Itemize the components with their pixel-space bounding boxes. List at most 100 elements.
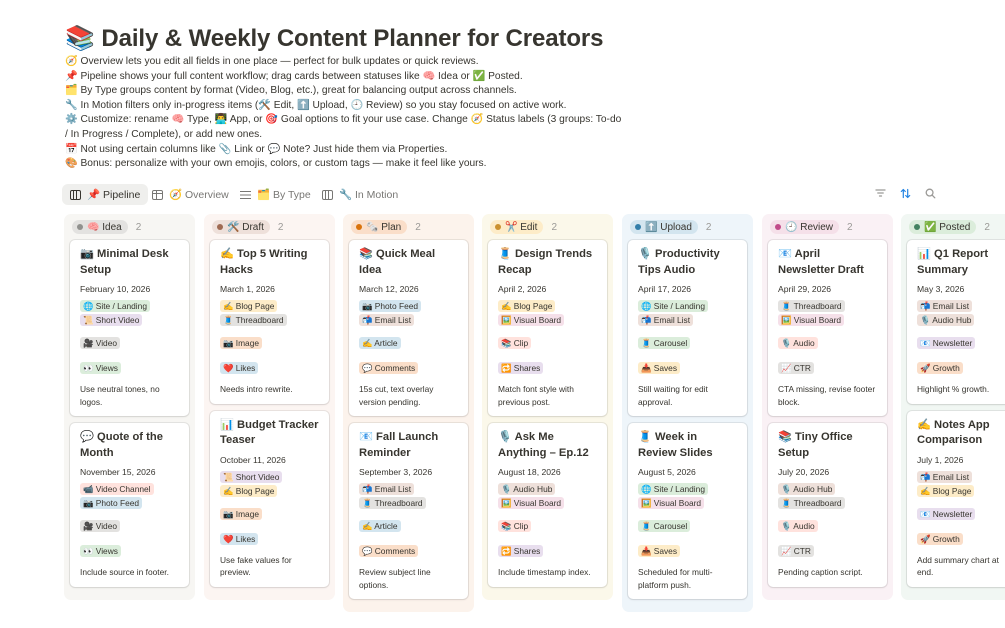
view-tabs: 📌 Pipeline 🧭 Overview 🗂️ By Type 🔧 In Mo… xyxy=(62,184,1005,206)
status-dot-icon xyxy=(914,224,920,230)
table-icon xyxy=(152,189,163,200)
board-card[interactable]: 🎙️ Productivity Tips Audio April 17, 2026… xyxy=(628,240,747,416)
description-line: 📌 Pipeline shows your full content workf… xyxy=(65,70,523,82)
card-date: October 11, 2026 xyxy=(220,454,286,465)
format-property: 🎥 Video xyxy=(80,333,180,351)
channel-tags: ✍️ Blog Page 🖼️ Visual Board xyxy=(498,300,598,326)
board-column: ⬆️ Upload 2 🎙️ Productivity Tips Audio Apri… xyxy=(622,214,753,612)
channel-tag: 🧵 Threadboard xyxy=(359,497,426,509)
card-date: September 3, 2026 xyxy=(359,467,433,477)
channel-tag: 📬 Email List xyxy=(638,314,694,326)
board-card[interactable]: ✍️ Top 5 Writing Hacks March 1, 2026 ✍️ Bl… xyxy=(210,240,329,404)
card-date: March 12, 2026 xyxy=(359,284,419,294)
format-property: ✍️ Article xyxy=(359,516,459,534)
channel-tag: 📜 Short Video xyxy=(220,470,283,483)
card-date: May 3, 2026 xyxy=(917,284,965,294)
goal-property: ❤️ Likes xyxy=(220,529,320,547)
format-tag: 📚 Clip xyxy=(498,337,532,349)
card-title: 📧 Fall Launch Reminder xyxy=(359,431,439,459)
channel-tag: 📹 Video Channel xyxy=(80,483,154,495)
filter-icon[interactable] xyxy=(874,188,887,202)
status-badge[interactable]: ✂️ Edit xyxy=(490,220,544,234)
channel-tag: 🧵 Threadboard xyxy=(220,314,287,326)
board-card[interactable]: 🎙️ Ask Me Anything – Ep.12 August 18, 202… xyxy=(488,423,607,587)
search-icon[interactable] xyxy=(924,188,937,202)
status-dot-icon xyxy=(217,224,223,230)
board-card[interactable]: 📊 Budget Tracker Teaser October 11, 2026 📜… xyxy=(210,410,329,587)
status-label: 🗞️ Plan xyxy=(366,221,402,233)
card-note: Highlight % growth. xyxy=(917,384,990,394)
card-note: Still waiting for edit approval. xyxy=(638,384,708,407)
status-badge[interactable]: ⬆️ Upload xyxy=(630,220,698,234)
card-date: July 20, 2026 xyxy=(778,467,830,477)
channel-tags: 📬 Email List 🎙️ Audio Hub xyxy=(917,300,1005,326)
goal-property: 🔁 Shares xyxy=(498,358,598,376)
tab-label: 📌 Pipeline xyxy=(87,189,141,201)
channel-tag: 🧵 Threadboard xyxy=(778,497,845,509)
card-date: April 2, 2026 xyxy=(498,284,547,294)
card-note: Review subject line options. xyxy=(359,567,431,590)
sort-icon[interactable] xyxy=(899,188,912,202)
board-column: ✅ Posted 2 📊 Q1 Report Summary May 3, 2026 📬… xyxy=(901,214,1005,600)
goal-tag: 📈 CTR xyxy=(778,545,814,557)
board-card[interactable]: ✍️ Notes App Comparison July 1, 2026 📬 Ema… xyxy=(907,410,1005,587)
column-count: 2 xyxy=(847,221,853,233)
goal-property: 📥 Saves xyxy=(638,358,738,376)
card-title: 💬 Quote of the Month xyxy=(80,431,163,459)
tab-in-motion[interactable]: 🔧 In Motion xyxy=(314,184,406,205)
status-label: ✅ Posted xyxy=(924,221,971,233)
page-description: 🧭 Overview lets you edit all fields in o… xyxy=(65,55,625,172)
channel-tag: 🎙️ Audio Hub xyxy=(498,483,556,495)
description-line: 🧭 Overview lets you edit all fields in o… xyxy=(65,56,479,67)
tab-pipeline[interactable]: 📌 Pipeline xyxy=(62,184,149,205)
goal-tag: 👀 Views xyxy=(80,362,121,374)
board-card[interactable]: 📷 Minimal Desk Setup February 10, 2026 🌐 S… xyxy=(70,240,189,416)
channel-tag: 📬 Email List xyxy=(359,314,415,326)
channel-tag: 🌐 Site / Landing xyxy=(638,300,708,312)
card-title: 🎙️ Productivity Tips Audio xyxy=(638,248,720,276)
card-title: 🎙️ Ask Me Anything – Ep.12 xyxy=(498,431,589,459)
status-badge[interactable]: 🛠️ Draft xyxy=(212,220,270,234)
board-card[interactable]: 📧 April Newsletter Draft April 29, 2026 🧵 … xyxy=(768,240,887,416)
card-date: August 18, 2026 xyxy=(498,467,561,477)
board-card[interactable]: 📚 Quick Meal Idea March 12, 2026 📷 Photo F… xyxy=(349,240,468,416)
goal-property: 💬 Comments xyxy=(359,541,459,559)
board-card[interactable]: 💬 Quote of the Month November 15, 2026 📹 V… xyxy=(70,423,189,587)
card-title: 📧 April Newsletter Draft xyxy=(778,248,864,276)
board-card[interactable]: 📊 Q1 Report Summary May 3, 2026 📬 Email Li… xyxy=(907,240,1005,404)
channel-tag: 🌐 Site / Landing xyxy=(638,483,708,495)
format-tag: 🎥 Video xyxy=(80,337,121,349)
channel-tag: ✍️ Blog Page xyxy=(498,300,556,312)
board-card[interactable]: 🧵 Design Trends Recap April 2, 2026 ✍️ Blo… xyxy=(488,240,607,416)
status-dot-icon xyxy=(356,224,362,230)
status-badge[interactable]: 🗞️ Plan xyxy=(351,220,408,234)
format-property: 🧵 Carousel xyxy=(638,516,738,534)
card-title: 📊 Budget Tracker Teaser xyxy=(220,418,319,447)
format-property: 📷 Image xyxy=(220,333,320,351)
card-note: Pending caption script. xyxy=(778,567,863,577)
channel-tag: 🎙️ Audio Hub xyxy=(917,314,975,326)
board-card[interactable]: 📧 Fall Launch Reminder September 3, 2026 📬… xyxy=(349,423,468,599)
status-badge[interactable]: 🕘 Review xyxy=(770,220,840,234)
card-date: April 29, 2026 xyxy=(778,284,832,294)
channel-tags: 🌐 Site / Landing 📬 Email List xyxy=(638,300,738,326)
channel-tag: ✍️ Blog Page xyxy=(220,484,278,497)
goal-property: 👀 Views xyxy=(80,541,180,559)
description-line: 🎨 Bonus: personalize with your own emoji… xyxy=(65,158,487,170)
status-badge[interactable]: 🧠 Idea xyxy=(72,220,128,234)
board-card[interactable]: 📚 Tiny Office Setup July 20, 2026 🎙️ Audio… xyxy=(768,423,887,587)
tab-overview[interactable]: 🧭 Overview xyxy=(144,184,237,205)
goal-property: 📥 Saves xyxy=(638,541,738,559)
card-note: Match font style with previous post. xyxy=(498,384,574,407)
board-card[interactable]: 🧵 Week in Review Slides August 5, 2026 🌐 S… xyxy=(628,423,747,599)
format-property: 🧵 Carousel xyxy=(638,333,738,351)
card-note: Scheduled for multi-platform push. xyxy=(638,567,713,590)
board-column: 🗞️ Plan 2 📚 Quick Meal Idea March 12, 2026 📷… xyxy=(343,214,474,612)
board-column: 🧠 Idea 2 📷 Minimal Desk Setup February 10, … xyxy=(64,214,195,600)
format-tag: 🧵 Carousel xyxy=(638,337,691,349)
tab-label: 🧭 Overview xyxy=(169,189,229,201)
channel-tag: 🎙️ Audio Hub xyxy=(778,483,836,495)
tab-by-type[interactable]: 🗂️ By Type xyxy=(232,184,319,205)
status-badge[interactable]: ✅ Posted xyxy=(909,220,977,234)
card-note: Use fake values for preview. xyxy=(220,554,292,578)
